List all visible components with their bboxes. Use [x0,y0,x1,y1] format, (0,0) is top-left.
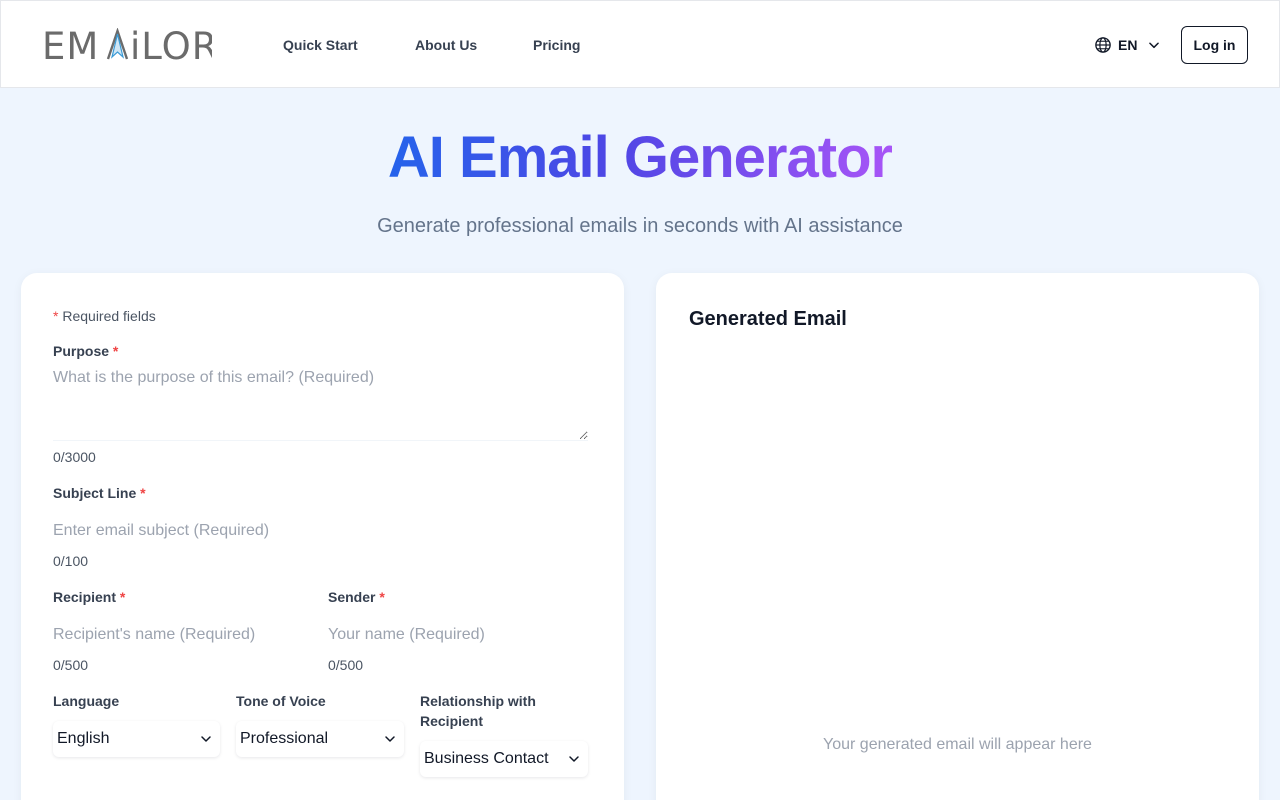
subject-label-text: Subject Line [53,485,137,501]
subject-label: Subject Line * [53,483,146,503]
chevron-down-icon [201,736,211,742]
email-form-card: * Required fields Purpose * 0/3000 Subje… [21,273,624,800]
nav-about-us[interactable]: About Us [415,36,477,54]
relationship-select-value: Business Contact [424,750,549,767]
relationship-label-line1: Relationship with [420,693,536,709]
page-subtitle: Generate professional emails in seconds … [377,215,903,237]
nav-quick-start[interactable]: Quick Start [283,36,358,54]
language-selector[interactable]: EN [1094,35,1161,55]
language-code: EN [1118,37,1138,53]
language-select[interactable]: English [53,721,220,757]
generated-email-title: Generated Email [689,308,847,330]
relationship-label: Relationship with Recipient [420,691,590,731]
subject-input[interactable] [53,519,588,543]
language-select-value: English [57,730,110,747]
page-title-text: AI Email Generator [387,125,893,190]
sender-counter: 0/500 [328,657,364,673]
generated-email-placeholder: Your generated email will appear here [823,736,1092,753]
sender-label-text: Sender [328,589,376,605]
required-star: * [119,589,126,605]
top-header: EM iLOR Quick Start About Us Pricing EN … [0,0,1280,88]
required-fields-note: * Required fields [53,307,156,325]
chevron-down-icon [385,736,395,742]
purpose-label: Purpose * [53,341,118,361]
svg-text:iLOR: iLOR [130,28,212,62]
logo-mark: EM iLOR [42,28,212,62]
tone-label: Tone of Voice [236,693,326,709]
sender-input[interactable] [328,623,588,647]
required-star: * [112,343,119,359]
purpose-label-text: Purpose [53,343,110,359]
purpose-textarea[interactable] [53,369,588,441]
page-title: AI Email Generator [0,122,1280,194]
chevron-down-icon [569,756,579,762]
nav-pricing[interactable]: Pricing [533,36,580,54]
svg-text:EM: EM [42,28,99,62]
subject-counter: 0/100 [53,553,89,569]
required-star: * [140,485,146,501]
tone-select[interactable]: Professional [236,721,404,757]
language-label: Language [53,693,120,709]
globe-icon [1095,37,1111,53]
recipient-label: Recipient * [53,587,125,607]
generated-email-card: Generated Email Your generated email wil… [656,273,1259,800]
sender-label: Sender * [328,587,385,607]
relationship-select[interactable]: Business Contact [420,741,588,777]
required-fields-text: Required fields [62,308,156,324]
recipient-label-text: Recipient [53,589,117,605]
required-star: * [379,589,385,605]
purpose-counter: 0/3000 [53,449,96,465]
required-star: * [53,308,59,324]
recipient-input[interactable] [53,623,313,647]
tone-select-value: Professional [240,730,329,747]
chevron-down-icon [1149,42,1160,49]
recipient-counter: 0/500 [53,657,89,673]
login-button[interactable]: Log in [1181,26,1248,64]
relationship-label-line2: Recipient [420,713,484,729]
